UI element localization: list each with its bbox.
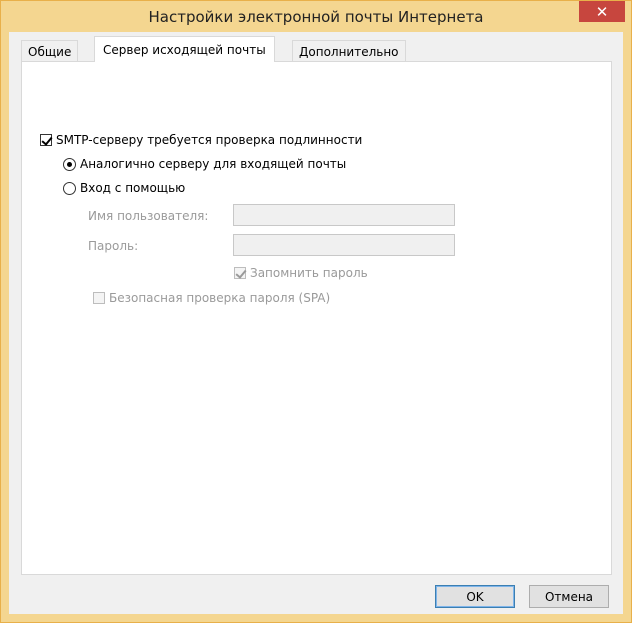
username-row: Имя пользователя: [88, 207, 208, 225]
same-as-incoming-radio[interactable] [63, 157, 76, 171]
outgoing-server-panel: SMTP-серверу требуется проверка подлинно… [21, 61, 612, 575]
username-field[interactable] [233, 204, 455, 226]
tab-outgoing-server[interactable]: Сервер исходящей почты [94, 36, 275, 62]
close-button[interactable]: ✕ [579, 1, 625, 22]
ok-button[interactable]: OK [435, 585, 515, 608]
username-label: Имя пользователя: [88, 209, 209, 223]
remember-password-option[interactable]: Запомнить пароль [234, 264, 368, 282]
tab-general[interactable]: Общие [21, 40, 79, 62]
spa-label: Безопасная проверка пароля (SPA) [109, 291, 331, 305]
dialog-window: Настройки электронной почты Интернета ✕ … [0, 0, 632, 623]
same-as-incoming-option[interactable]: Аналогично серверу для входящей почты [63, 155, 346, 173]
tab-strip: Общие Сервер исходящей почты Дополнитель… [9, 32, 623, 62]
password-row: Пароль: [88, 237, 138, 255]
cancel-button[interactable]: Отмена [529, 585, 609, 608]
title-bar[interactable]: Настройки электронной почты Интернета ✕ [1, 1, 631, 31]
remember-password-checkbox[interactable] [234, 267, 246, 279]
password-label: Пароль: [88, 239, 139, 253]
tab-advanced[interactable]: Дополнительно [292, 40, 406, 62]
login-with-radio[interactable] [63, 181, 76, 195]
smtp-auth-label: SMTP-серверу требуется проверка подлинно… [56, 133, 363, 147]
dialog-client-area: Общие Сервер исходящей почты Дополнитель… [9, 32, 623, 614]
remember-password-label: Запомнить пароль [250, 266, 368, 280]
smtp-auth-checkbox[interactable] [40, 134, 52, 146]
smtp-auth-option[interactable]: SMTP-серверу требуется проверка подлинно… [40, 131, 362, 149]
login-with-option[interactable]: Вход с помощью [63, 179, 185, 197]
spa-checkbox[interactable] [93, 292, 105, 304]
spa-option[interactable]: Безопасная проверка пароля (SPA) [93, 289, 330, 307]
same-as-incoming-label: Аналогично серверу для входящей почты [80, 157, 347, 171]
window-title: Настройки электронной почты Интернета [148, 8, 484, 26]
password-field[interactable] [233, 234, 455, 256]
login-with-label: Вход с помощью [80, 181, 186, 195]
